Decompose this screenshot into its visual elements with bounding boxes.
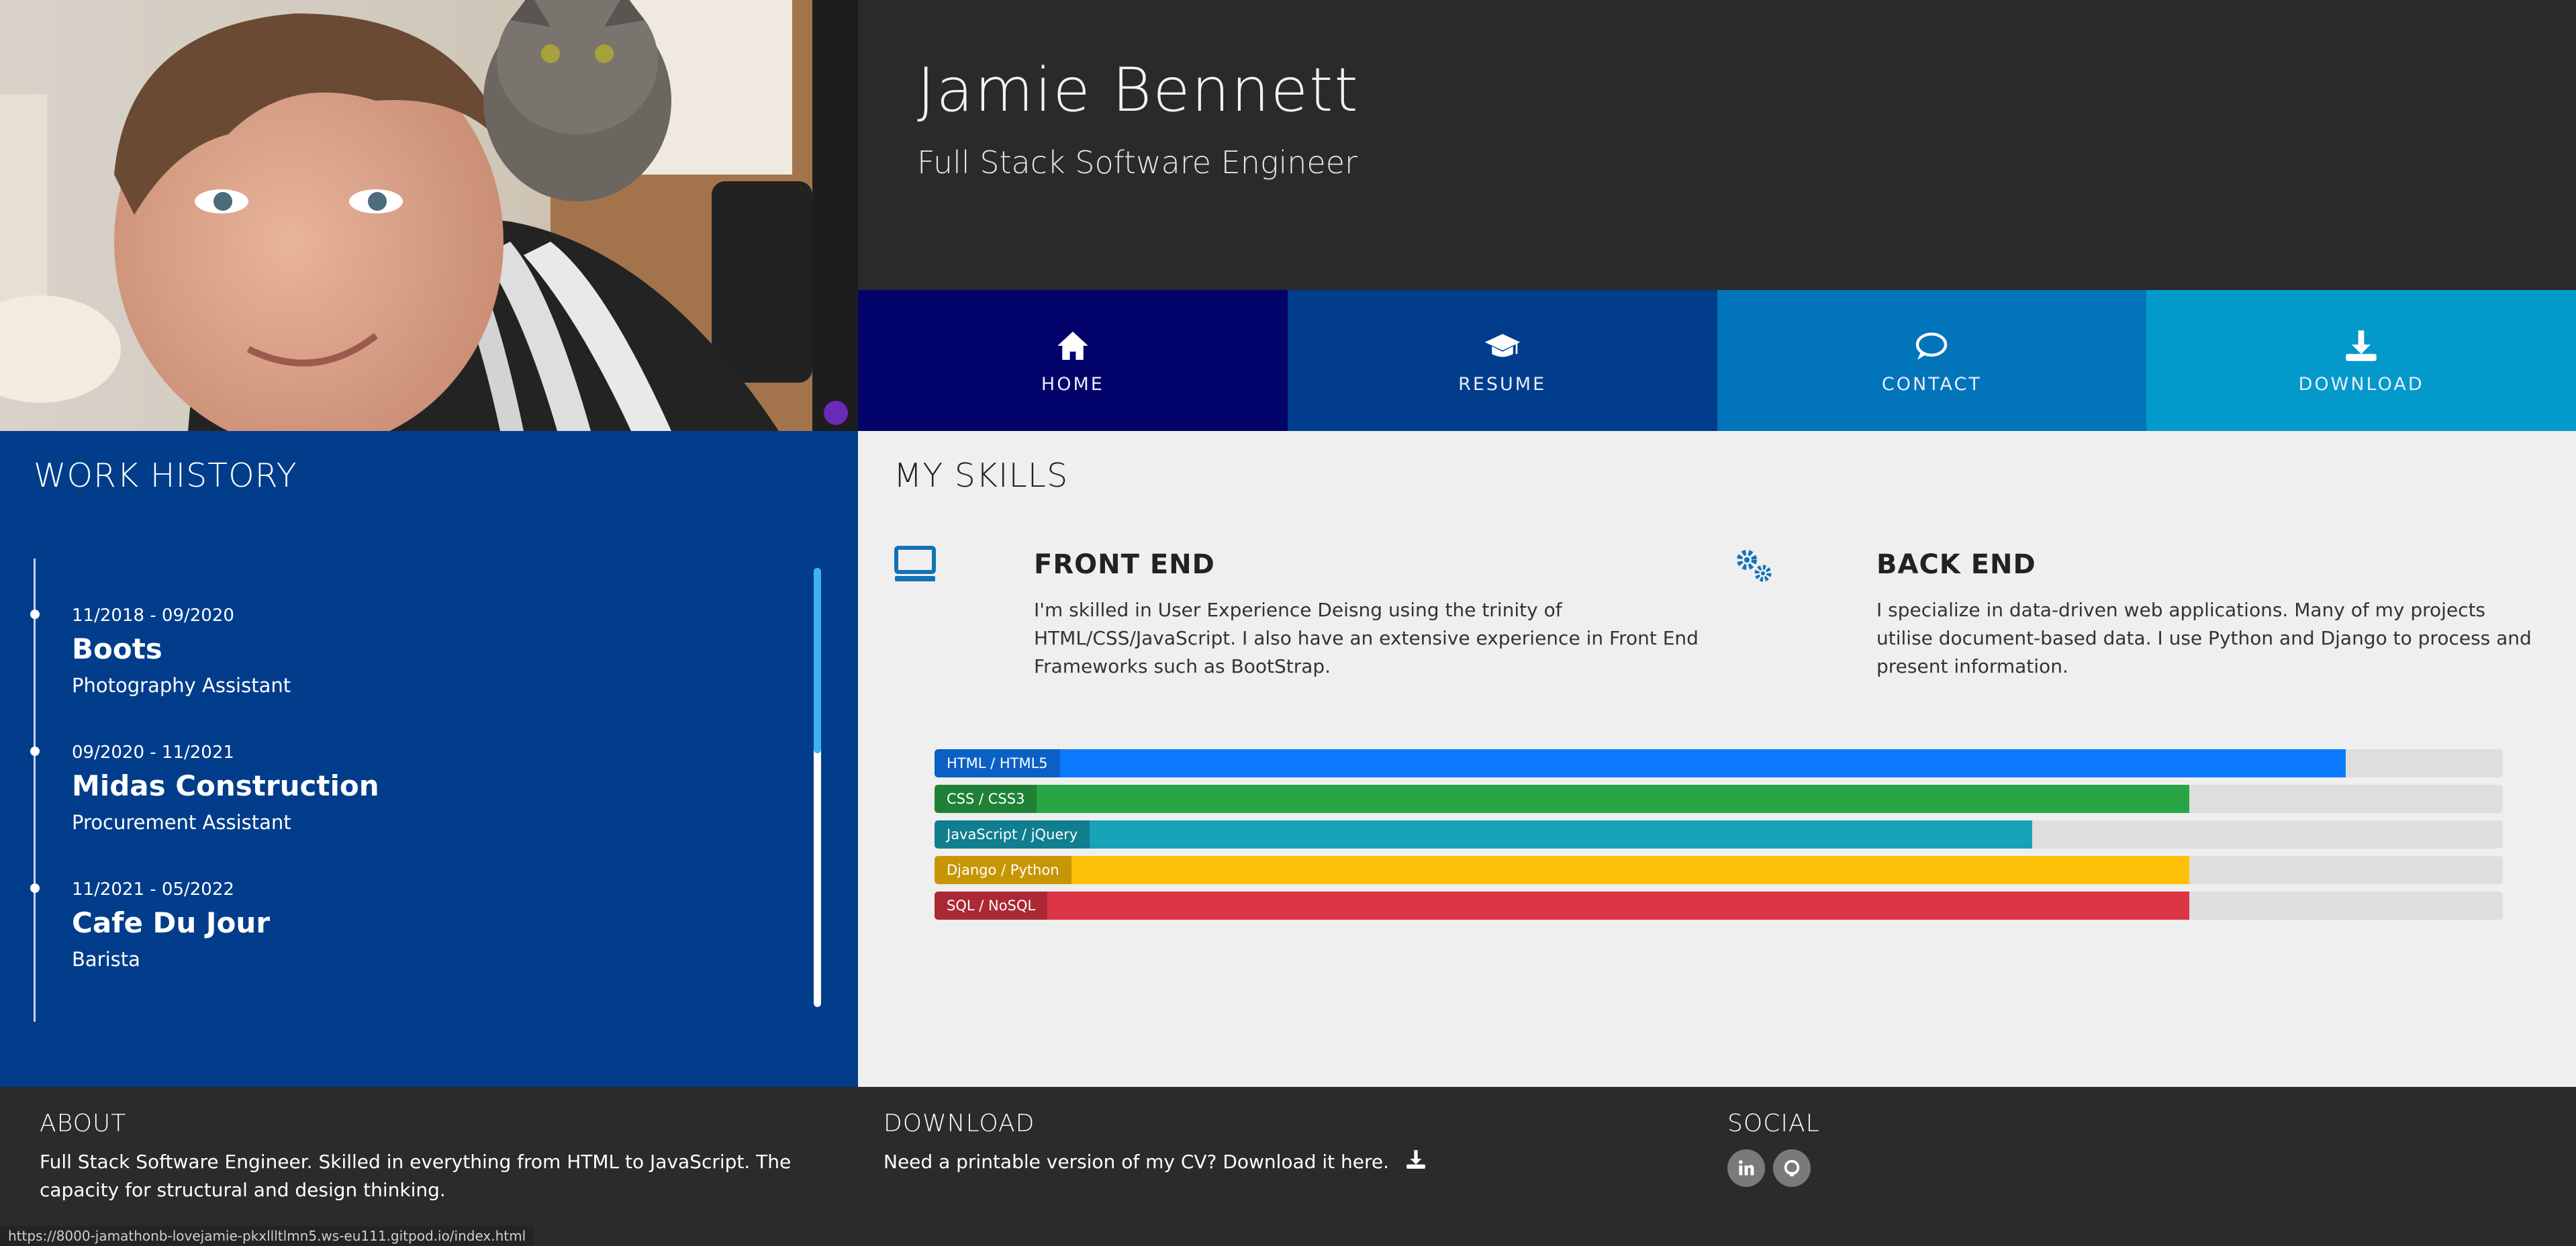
- skill-bar-label: JavaScript / jQuery: [935, 820, 1090, 849]
- nav-download-label: DOWNLOAD: [2298, 373, 2424, 395]
- nav-contact-label: CONTACT: [1881, 373, 1982, 395]
- front-end-text: I'm skilled in User Experience Deisng us…: [1034, 599, 1699, 677]
- job-date: 11/2021 - 05/2022: [72, 879, 234, 900]
- graduation-cap-icon: [1484, 334, 1520, 357]
- skill-bar-fill: [935, 785, 2189, 813]
- github-link[interactable]: [1773, 1149, 1811, 1187]
- skill-bar-fill: [935, 892, 2189, 920]
- back-end-text: I specialize in data-driven web applicat…: [1876, 599, 2532, 677]
- skill-bar: JavaScript / jQuery: [935, 820, 2503, 849]
- work-timeline[interactable]: 11/2018 - 09/2020 Boots Photography Assi…: [30, 559, 824, 1022]
- download-icon: [2346, 330, 2377, 361]
- footer-about-heading: ABOUT: [40, 1110, 127, 1137]
- monitor-icon: [894, 546, 936, 581]
- profile-name: Jamie Bennett: [917, 55, 1359, 126]
- footer-download: DOWNLOAD Need a printable version of my …: [884, 1110, 1676, 1176]
- download-icon[interactable]: [1404, 1148, 1427, 1171]
- nav-download[interactable]: DOWNLOAD: [2146, 290, 2576, 431]
- skill-bar: CSS / CSS3: [935, 785, 2503, 813]
- timeline-dot: [30, 610, 40, 619]
- skill-bar: HTML / HTML5: [935, 749, 2503, 777]
- job-date: 11/2018 - 09/2020: [72, 606, 234, 626]
- footer-about: ABOUT Full Stack Software Engineer. Skil…: [40, 1110, 832, 1204]
- footer-social: SOCIAL: [1727, 1110, 2264, 1187]
- nav-home-label: HOME: [1041, 373, 1104, 395]
- linkedin-icon: [1739, 1160, 1754, 1176]
- main-nav: HOME RESUME CONTACT DOWNLOAD: [858, 290, 2576, 431]
- job-date: 09/2020 - 11/2021: [72, 742, 234, 763]
- social-links: [1727, 1149, 2264, 1187]
- nav-resume-label: RESUME: [1458, 373, 1547, 395]
- skill-bar-label: CSS / CSS3: [935, 785, 1037, 813]
- profile-photo-image: [0, 0, 858, 431]
- site-header: Jamie Bennett Full Stack Software Engine…: [858, 0, 2576, 290]
- footer-download-text-line: Need a printable version of my CV? Downl…: [884, 1148, 1676, 1176]
- back-end-title: BACK END: [1876, 549, 2036, 580]
- footer-download-heading: DOWNLOAD: [884, 1110, 1035, 1137]
- github-icon: [1784, 1159, 1800, 1177]
- front-end-title: FRONT END: [1034, 549, 1215, 580]
- job-company: Midas Construction: [72, 769, 379, 802]
- chat-bubble-icon: [1916, 332, 1948, 360]
- skill-bar-label: Django / Python: [935, 856, 1071, 884]
- profile-title: Full Stack Software Engineer: [917, 144, 1357, 181]
- status-bar-url: https://8000-jamathonb-lovejamie-pkxlllt…: [0, 1226, 534, 1246]
- timeline-line: [34, 559, 36, 1022]
- nav-resume[interactable]: RESUME: [1287, 290, 1717, 431]
- footer-about-text: Full Stack Software Engineer. Skilled in…: [40, 1151, 792, 1201]
- skill-bar: Django / Python: [935, 856, 2503, 884]
- skill-bar-fill: [935, 749, 2346, 777]
- skill-bar: SQL / NoSQL: [935, 892, 2503, 920]
- skill-bar-label: SQL / NoSQL: [935, 892, 1048, 920]
- job-role: Barista: [72, 948, 140, 971]
- work-history-heading: WORK HISTORY: [34, 457, 297, 495]
- footer-download-text: Need a printable version of my CV? Downl…: [884, 1151, 1390, 1173]
- nav-contact[interactable]: CONTACT: [1717, 290, 2147, 431]
- skills-heading: MY SKILLS: [894, 457, 1069, 495]
- skills-panel: MY SKILLS FRONT END I'm skilled in User …: [858, 431, 2576, 1087]
- nav-home[interactable]: HOME: [858, 290, 1288, 431]
- skill-bar-fill: [935, 820, 2033, 849]
- job-company: Boots: [72, 632, 162, 665]
- skill-bar-label: HTML / HTML5: [935, 749, 1060, 777]
- home-icon: [1057, 331, 1088, 360]
- work-history-panel: WORK HISTORY 11/2018 - 09/2020 Boots Pho…: [0, 431, 858, 1087]
- job-role: Procurement Assistant: [72, 811, 291, 834]
- profile-photo: [0, 0, 858, 431]
- site-footer: ABOUT Full Stack Software Engineer. Skil…: [0, 1087, 2576, 1246]
- timeline-dot: [30, 883, 40, 893]
- linkedin-link[interactable]: [1727, 1149, 1765, 1187]
- timeline-dot: [30, 747, 40, 756]
- gears-icon: [1737, 550, 1772, 582]
- job-company: Cafe Du Jour: [72, 906, 271, 939]
- timeline-scrollbar-thumb[interactable]: [814, 568, 821, 753]
- footer-social-heading: SOCIAL: [1727, 1110, 1820, 1137]
- skill-bar-fill: [935, 856, 2189, 884]
- job-role: Photography Assistant: [72, 674, 291, 697]
